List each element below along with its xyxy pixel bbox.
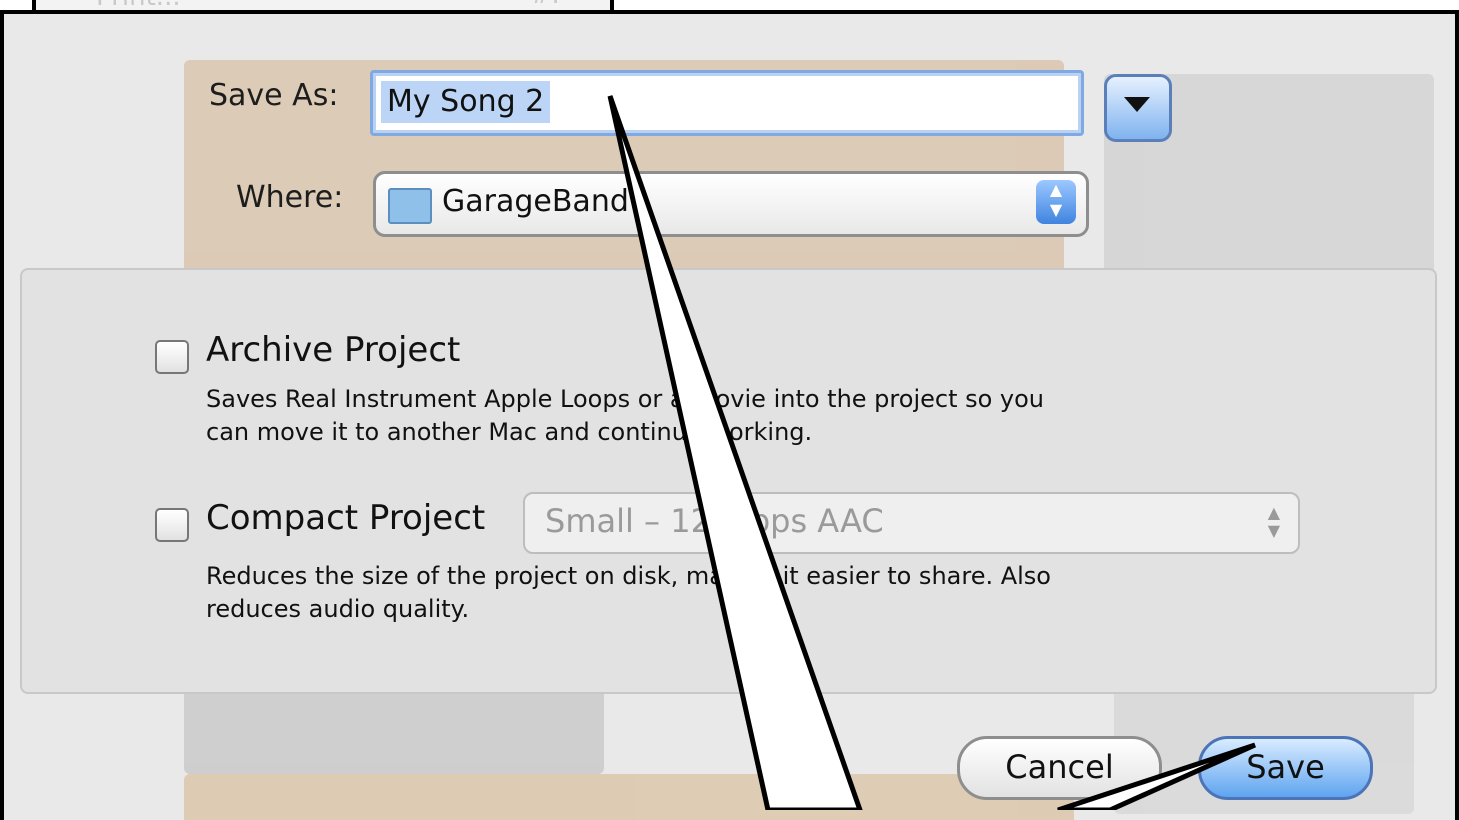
where-value: GarageBand bbox=[442, 184, 629, 219]
save-as-label: Save As: bbox=[209, 78, 339, 113]
cancel-button[interactable]: Cancel bbox=[957, 736, 1162, 800]
compact-project-description-2: reduces audio quality. bbox=[206, 595, 470, 623]
save-button[interactable]: Save bbox=[1198, 736, 1373, 800]
compact-project-description-1: Reduces the size of the project on disk,… bbox=[206, 562, 1051, 590]
compact-project-label: Compact Project bbox=[206, 498, 486, 538]
archive-project-description-2: can move it to another Mac and continue … bbox=[206, 418, 813, 446]
archive-project-description-1: Saves Real Instrument Apple Loops or a m… bbox=[206, 385, 1045, 413]
folder-icon bbox=[388, 188, 432, 224]
disclosure-button[interactable] bbox=[1104, 74, 1172, 142]
archive-project-label: Archive Project bbox=[206, 330, 461, 370]
options-group: Archive Project Saves Real Instrument Ap… bbox=[20, 268, 1437, 694]
menu-shortcut: #P bbox=[530, 0, 567, 10]
compact-quality-popup[interactable]: Small – 128kbps AAC ▲ ▼ bbox=[523, 492, 1300, 554]
save-as-value[interactable]: My Song 2 bbox=[381, 81, 551, 123]
compact-quality-value: Small – 128kbps AAC bbox=[545, 502, 884, 540]
disclosure-arrow-icon bbox=[1124, 97, 1150, 112]
compact-project-checkbox[interactable] bbox=[155, 508, 189, 542]
where-label: Where: bbox=[236, 180, 344, 215]
archive-project-checkbox[interactable] bbox=[155, 340, 189, 374]
save-dialog: Save As: My Song 2 Where: GarageBand ▲ ▼ … bbox=[0, 10, 1459, 820]
popup-stepper-icon: ▲ ▼ bbox=[1036, 180, 1076, 224]
save-as-field[interactable]: My Song 2 bbox=[370, 70, 1084, 136]
popup-stepper-icon: ▲ ▼ bbox=[1267, 503, 1280, 540]
where-popup[interactable]: GarageBand ▲ ▼ bbox=[373, 171, 1089, 237]
